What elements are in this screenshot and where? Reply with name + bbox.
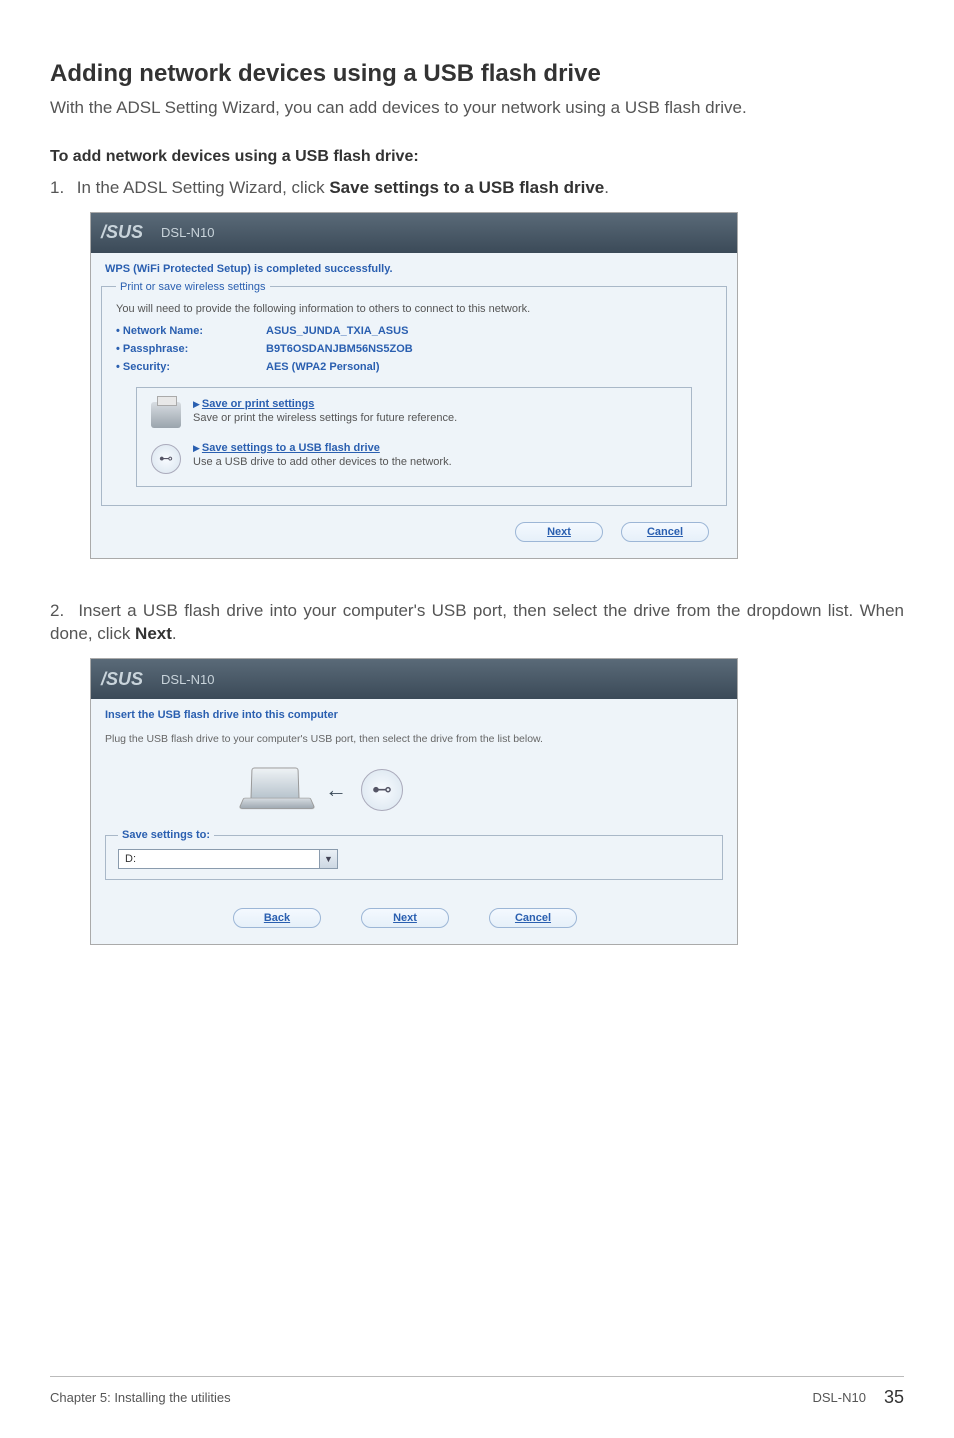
wizard-body: WPS (WiFi Protected Setup) is completed … [91, 253, 737, 558]
intro-text: With the ADSL Setting Wizard, you can ad… [50, 96, 904, 120]
step-2-suffix: . [172, 624, 177, 643]
step-1-text: In the ADSL Setting Wizard, click [77, 178, 330, 197]
save-print-link[interactable]: Save or print settings [202, 398, 314, 410]
kv-label: • Passphrase: [116, 343, 266, 355]
asus-logo: /SUS DSL-N10 [101, 669, 214, 690]
wizard-header: /SUS DSL-N10 [91, 213, 737, 253]
page-footer: Chapter 5: Installing the utilities DSL-… [50, 1376, 904, 1408]
step-2-text: Insert a USB flash drive into your compu… [50, 601, 904, 644]
footer-right: DSL-N10 35 [813, 1387, 905, 1408]
step-1-number: 1. [50, 176, 72, 200]
wizard-screenshot-1: /SUS DSL-N10 WPS (WiFi Protected Setup) … [90, 212, 738, 559]
model-label: DSL-N10 [161, 225, 214, 240]
kv-passphrase: • Passphrase: B9T6OSDANJBM56NS5ZOB [116, 343, 712, 355]
usb-icon [149, 442, 183, 476]
step-2: 2. Insert a USB flash drive into your co… [50, 599, 904, 647]
option-description: Use a USB drive to add other devices to … [193, 456, 452, 468]
step-1-suffix: . [604, 178, 609, 197]
save-settings-fieldset: Save settings to: D: ▼ [105, 829, 723, 880]
wizard-screenshot-2: /SUS DSL-N10 Insert the USB flash drive … [90, 658, 738, 945]
wizard-header: /SUS DSL-N10 [91, 659, 737, 699]
chevron-down-icon[interactable]: ▼ [319, 850, 337, 868]
option-description: Save or print the wireless settings for … [193, 412, 457, 424]
step-1-bold: Save settings to a USB flash drive [329, 178, 604, 197]
page-heading: Adding network devices using a USB flash… [50, 60, 904, 88]
option-text: ▶Save or print settings Save or print th… [193, 398, 457, 424]
kv-value: ASUS_JUNDA_TXIA_ASUS [266, 325, 408, 337]
options-box: ▶Save or print settings Save or print th… [136, 387, 692, 487]
usb-graphic: ← [241, 767, 727, 813]
procedure-subhead: To add network devices using a USB flash… [50, 148, 904, 166]
next-button[interactable]: Next [361, 908, 449, 928]
usb-icon [361, 769, 403, 811]
kv-value: AES (WPA2 Personal) [266, 361, 380, 373]
drive-select-value: D: [119, 853, 319, 865]
asus-logo-text: /SUS [101, 669, 143, 690]
option-text: ▶Save settings to a USB flash drive Use … [193, 442, 452, 468]
option-save-print: ▶Save or print settings Save or print th… [149, 398, 679, 432]
kv-network-name: • Network Name: ASUS_JUNDA_TXIA_ASUS [116, 325, 712, 337]
kv-label: • Security: [116, 361, 266, 373]
step-2-bold: Next [135, 624, 172, 643]
footer-product: DSL-N10 [813, 1390, 866, 1405]
info-line: You will need to provide the following i… [116, 303, 712, 315]
step-2-number: 2. [50, 599, 72, 623]
save-settings-legend: Save settings to: [118, 829, 214, 841]
button-row: Next Cancel [101, 514, 727, 548]
wps-success-message: WPS (WiFi Protected Setup) is completed … [105, 263, 727, 275]
asus-logo: /SUS DSL-N10 [101, 222, 214, 243]
model-label: DSL-N10 [161, 672, 214, 687]
kv-value: B9T6OSDANJBM56NS5ZOB [266, 343, 413, 355]
save-usb-link[interactable]: Save settings to a USB flash drive [202, 442, 380, 454]
wireless-settings-fieldset: Print or save wireless settings You will… [101, 281, 727, 506]
triangle-icon: ▶ [193, 443, 200, 453]
insert-usb-description: Plug the USB flash drive to your compute… [105, 733, 727, 745]
wizard-body: Insert the USB flash drive into this com… [91, 699, 737, 944]
drive-select[interactable]: D: ▼ [118, 849, 338, 869]
printer-icon [149, 398, 183, 432]
asus-logo-text: /SUS [101, 222, 143, 243]
arrow-left-icon: ← [325, 777, 347, 803]
step-1: 1. In the ADSL Setting Wizard, click Sav… [50, 176, 904, 200]
kv-security: • Security: AES (WPA2 Personal) [116, 361, 712, 373]
laptop-icon [241, 767, 311, 813]
back-button[interactable]: Back [233, 908, 321, 928]
footer-page-number: 35 [884, 1387, 904, 1408]
cancel-button[interactable]: Cancel [489, 908, 577, 928]
option-save-usb: ▶Save settings to a USB flash drive Use … [149, 442, 679, 476]
footer-chapter: Chapter 5: Installing the utilities [50, 1390, 231, 1405]
next-button[interactable]: Next [515, 522, 603, 542]
kv-label: • Network Name: [116, 325, 266, 337]
triangle-icon: ▶ [193, 399, 200, 409]
fieldset-legend: Print or save wireless settings [116, 281, 270, 293]
cancel-button[interactable]: Cancel [621, 522, 709, 542]
insert-usb-title: Insert the USB flash drive into this com… [105, 709, 727, 721]
button-row: Back Next Cancel [101, 900, 727, 934]
